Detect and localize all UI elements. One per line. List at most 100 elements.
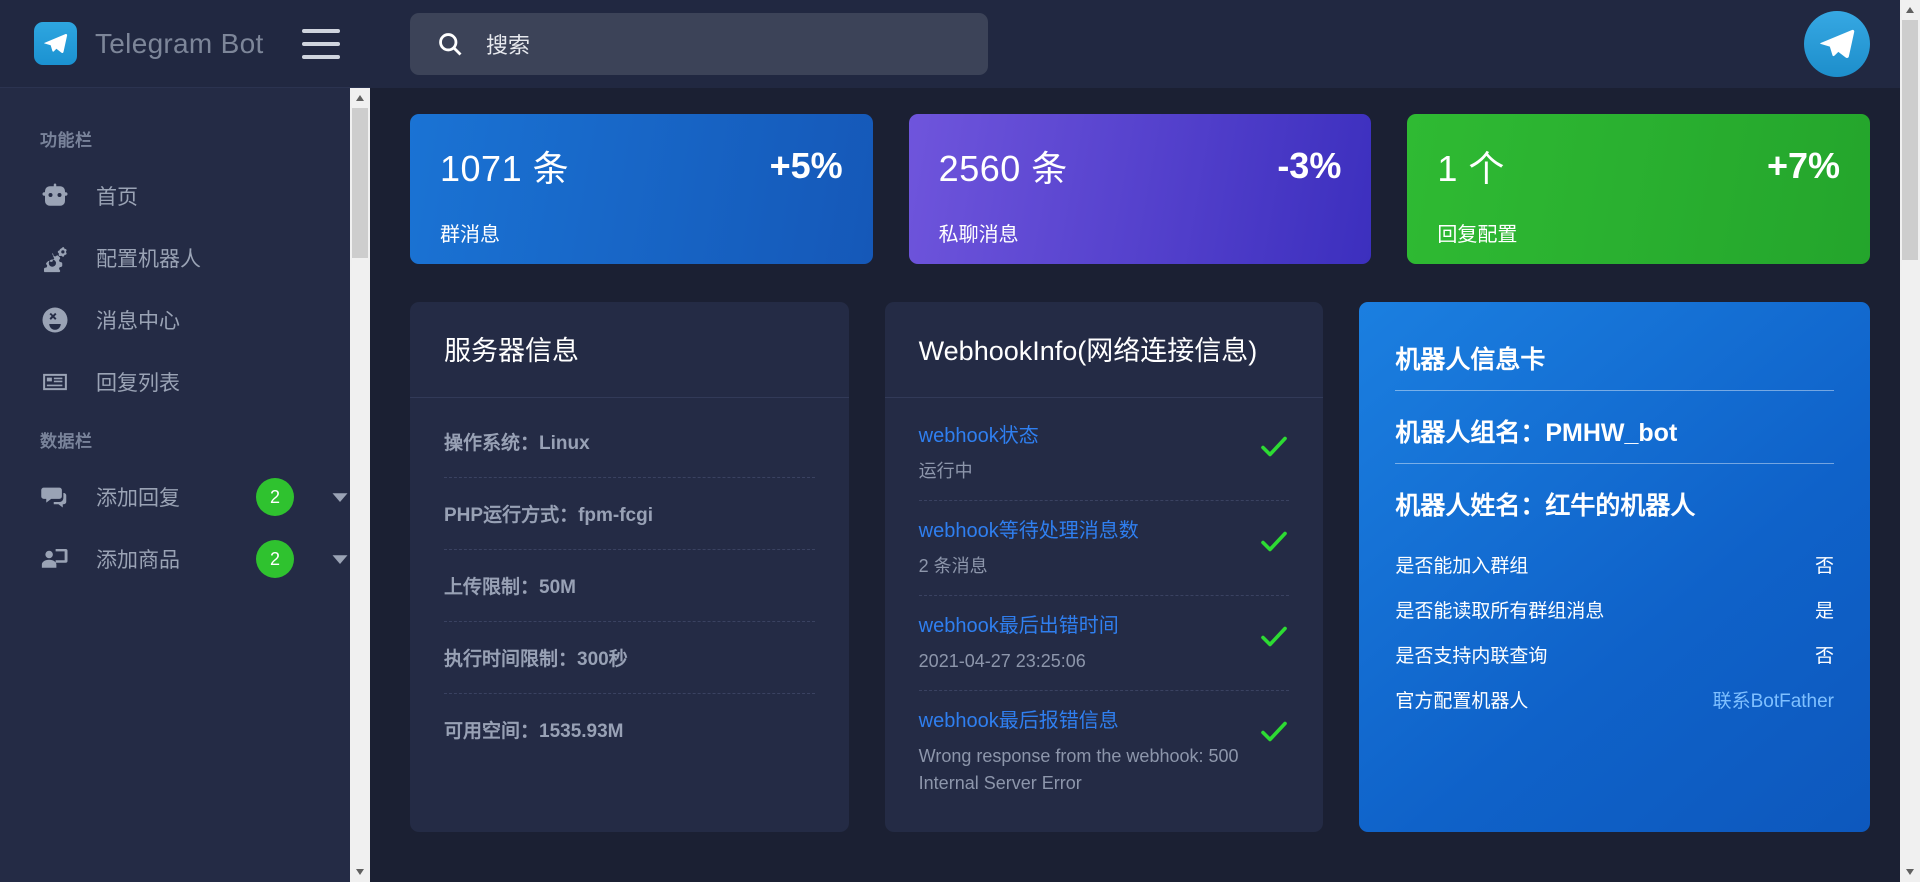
main-scroll-thumb[interactable] [1902,20,1918,260]
stat-label: 回复配置 [1437,224,1518,246]
sidebar-item-label: 回复列表 [96,372,180,395]
bot-attribute-value: 否 [1815,556,1835,577]
bot-attribute-row: 是否支持内联查询 否 [1395,632,1834,677]
webhook-row: webhook最后报错信息 Wrong response from the we… [919,691,1290,811]
stat-delta: -3% [1277,145,1342,186]
check-icon [1259,707,1289,743]
webhook-row-value: 2 条消息 [918,556,988,577]
sidebar-item-label: 首页 [96,186,138,209]
stat-value: 1071 条 [440,148,570,189]
sidebar-item-configure-bot[interactable]: 配置机器人 [0,227,370,289]
webhook-info-body: webhook状态 运行中 webhook等待处理消息数 2 条消息 webho… [885,398,1324,831]
bot-attribute-key: 是否能读取所有群组消息 [1395,601,1605,622]
webhook-row-value: Wrong response from the webhook: 500 Int… [918,746,1239,793]
stat-card-private-messages[interactable]: 2560 条 -3% 私聊消息 [908,114,1372,264]
bot-group-name: 机器人组名：PMHW_bot [1395,419,1678,447]
stat-delta: +7% [1766,145,1841,186]
sidebar-item-label: 配置机器人 [96,248,201,271]
bot-attribute-value: 否 [1815,646,1835,667]
stat-top: 2560 条 -3% [939,140,1342,192]
divider [1395,390,1835,391]
stat-top: 1 个 +7% [1437,140,1840,192]
stat-value: 2560 条 [938,148,1068,189]
botfather-link[interactable]: 联系BotFather [1713,686,1834,713]
bot-attribute-row: 是否能加入群组 否 [1395,542,1834,587]
search-value: 搜索 [486,33,531,58]
scroll-up-icon[interactable] [350,88,370,108]
user-screen-icon [38,542,72,576]
app-root: Telegram Bot 功能栏 首页 配置机器人 消息中心 回复列表 数据栏 … [0,0,1920,882]
check-icon [1259,422,1289,458]
stat-card-row: 1071 条 +5% 群消息 2560 条 -3% 私聊消息 1 个 +7% 回… [410,114,1871,264]
hamburger-icon[interactable] [302,28,340,59]
sidebar: Telegram Bot 功能栏 首页 配置机器人 消息中心 回复列表 数据栏 … [0,0,370,882]
sidebar-scrollbar[interactable] [350,88,370,882]
sidebar-scroll-track[interactable] [350,108,370,862]
main-scroll-track[interactable] [1900,20,1920,862]
webhook-row-value: 运行中 [918,461,973,482]
webhook-row-key[interactable]: webhook最后报错信息 [919,707,1246,735]
stat-card-reply-config[interactable]: 1 个 +7% 回复配置 [1407,114,1871,264]
sidebar-item-add-reply[interactable]: 添加回复 2 [0,466,370,528]
main-area: 搜索 1071 条 +5% 群消息 2560 条 -3% 私聊消息 1 个 +7… [370,0,1920,882]
main-scrollbar[interactable] [1900,0,1920,882]
robot-icon [38,179,72,213]
search-icon [436,30,464,58]
server-info-row: 操作系统：Linux [444,406,815,479]
stat-top: 1071 条 +5% [440,140,843,192]
webhook-row-main: webhook最后出错时间 2021-04-27 23:25:06 [919,612,1246,674]
sidebar-scroll-thumb[interactable] [352,108,368,258]
check-icon [1259,517,1289,553]
stat-card-group-messages[interactable]: 1071 条 +5% 群消息 [410,114,873,264]
server-info-row: 上传限制：50M [444,550,815,623]
scroll-up-icon[interactable] [1900,0,1920,20]
bot-name: 机器人姓名：红牛的机器人 [1395,492,1696,520]
webhook-row: webhook状态 运行中 [918,406,1290,502]
bot-info-card: 机器人信息卡 机器人组名：PMHW_bot 机器人姓名：红牛的机器人 是否能加入… [1359,302,1871,832]
sidebar-nav: 功能栏 首页 配置机器人 消息中心 回复列表 数据栏 添加回复 2 添加商品 2 [0,88,370,882]
stat-label: 私聊消息 [938,224,1019,246]
sidebar-section-title-functions: 功能栏 [40,131,93,150]
emoji-face-icon [38,303,72,337]
sidebar-item-message-center[interactable]: 消息中心 [0,289,370,351]
scroll-down-icon[interactable] [350,862,370,882]
webhook-row-value: 2021-04-27 23:25:06 [918,651,1086,672]
bot-card-title: 机器人信息卡 [1395,346,1546,374]
info-panel-row: 服务器信息 操作系统：Linux PHP运行方式：fpm-fcgi 上传限制：5… [410,302,1871,832]
stat-value: 1 个 [1437,148,1505,189]
sidebar-item-label: 添加商品 [96,549,180,572]
webhook-row-key[interactable]: webhook最后出错时间 [919,612,1246,640]
server-info-row: PHP运行方式：fpm-fcgi [444,478,815,551]
sidebar-item-label: 添加回复 [96,487,180,510]
telegram-avatar-icon[interactable] [1804,11,1870,77]
gears-icon [38,241,72,275]
webhook-info-panel: WebhookInfo(网络连接信息) webhook状态 运行中 webhoo… [884,302,1324,832]
webhook-row-main: webhook最后报错信息 Wrong response from the we… [919,707,1246,795]
bot-attribute-key: 是否支持内联查询 [1395,646,1548,667]
bot-attribute-row: 是否能读取所有群组消息 是 [1395,587,1834,632]
sidebar-badge-add-product: 2 [256,540,294,578]
bot-attribute-key: 官方配置机器人 [1395,691,1529,712]
server-info-row: 可用空间：1535.93M [444,721,624,743]
webhook-row-key[interactable]: webhook等待处理消息数 [919,517,1246,545]
server-info-panel: 服务器信息 操作系统：Linux PHP运行方式：fpm-fcgi 上传限制：5… [410,302,849,832]
sidebar-section-title-data: 数据栏 [40,432,93,451]
bot-attribute-value: 是 [1815,601,1835,622]
server-info-body: 操作系统：Linux PHP运行方式：fpm-fcgi 上传限制：50M 执行时… [410,398,849,785]
stat-label: 群消息 [440,224,500,246]
sidebar-item-add-product[interactable]: 添加商品 2 [0,528,370,590]
sidebar-item-label: 消息中心 [96,310,180,333]
search-input[interactable]: 搜索 [410,13,988,75]
bot-attribute-row: 官方配置机器人 联系BotFather [1395,677,1834,722]
webhook-row: webhook等待处理消息数 2 条消息 [918,501,1290,597]
sidebar-item-reply-list[interactable]: 回复列表 [0,351,370,413]
webhook-row-main: webhook等待处理消息数 2 条消息 [919,517,1246,579]
brand-header: Telegram Bot [0,0,370,88]
panel-title: 服务器信息 [444,336,579,366]
top-bar: 搜索 [370,0,1920,88]
webhook-row-key[interactable]: webhook状态 [919,422,1246,450]
panel-title: WebhookInfo(网络连接信息) [918,336,1258,366]
sidebar-item-home[interactable]: 首页 [0,165,370,227]
scroll-down-icon[interactable] [1900,862,1920,882]
server-info-row: 执行时间限制：300秒 [444,622,815,695]
